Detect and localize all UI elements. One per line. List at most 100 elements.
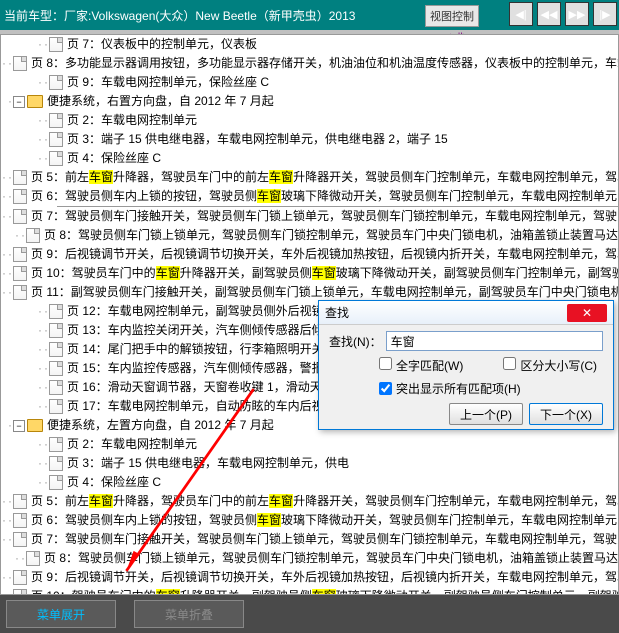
page-icon: [49, 456, 63, 471]
page-label: 页 4：保险丝座 C: [67, 149, 161, 168]
page-icon: [49, 113, 63, 128]
match-case-checkbox[interactable]: [503, 357, 516, 370]
dialog-title: 查找: [325, 304, 563, 321]
page-icon: [13, 189, 27, 204]
find-prev-button[interactable]: 上一个(P): [449, 403, 523, 425]
page-icon: [49, 151, 63, 166]
page-node[interactable]: ··页 7：仪表板中的控制单元，仪表板: [1, 35, 618, 54]
find-label: 查找(N)：: [329, 333, 382, 350]
page-node[interactable]: ··页 7：驾驶员侧车门接触开关，驾驶员侧车门锁上锁单元，驾驶员侧车门锁控制单元…: [1, 207, 618, 226]
page-node[interactable]: ··页 4：保险丝座 C: [1, 149, 618, 168]
page-node[interactable]: ··页 8：多功能显示器调用按钮，多功能显示器存储开关，机油油位和机油温度传感器…: [1, 54, 618, 73]
folder-icon: [27, 419, 43, 432]
page-label: 页 4：保险丝座 C: [67, 473, 161, 492]
page-label: 页 15：车内监控传感器，汽车侧倾传感器，警报喇叭，: [67, 359, 360, 378]
page-icon: [13, 266, 27, 281]
folder-label: 便捷系统，右置方向盘，自 2012 年 7 月起: [47, 92, 274, 111]
page-node[interactable]: ··页 10：驾驶员车门中的车窗升降器开关，副驾驶员侧车窗玻璃下降微动开关，副驾…: [1, 264, 618, 283]
page-icon: [13, 285, 27, 300]
page-node[interactable]: ··页 5：前左车窗升降器，驾驶员车门中的前左车窗升降器开关，驾驶员侧车门控制单…: [1, 492, 618, 511]
prev-icon[interactable]: ◀|: [509, 2, 533, 26]
page-label: 页 5：前左车窗升降器，驾驶员车门中的前左车窗升降器开关，驾驶员侧车门控制单元，…: [31, 492, 619, 511]
page-icon: [49, 380, 63, 395]
folder-node[interactable]: ·−便捷系统，右置方向盘，自 2012 年 7 月起: [1, 92, 618, 111]
highlight: 车窗: [89, 170, 113, 184]
highlight: 车窗: [257, 513, 281, 527]
page-label: 页 7：驾驶员侧车门接触开关，驾驶员侧车门锁上锁单元，驾驶员侧车门锁控制单元，车…: [31, 207, 619, 226]
page-node[interactable]: ··页 3：端子 15 供电继电器，车载电网控制单元，供电: [1, 454, 618, 473]
highlight: 车窗: [269, 170, 293, 184]
dialog-titlebar[interactable]: 查找 ✕: [319, 301, 613, 325]
page-node[interactable]: ··页 6：驾驶员侧车内上锁的按钮，驾驶员侧车窗玻璃下降微动开关，驾驶员侧车门控…: [1, 511, 618, 530]
page-label: 页 10：驾驶员车门中的车窗升降器开关，副驾驶员侧车窗玻璃下降微动开关，副驾驶员…: [31, 587, 619, 595]
page-node[interactable]: ··页 5：前左车窗升降器，驾驶员车门中的前左车窗升降器开关，驾驶员侧车门控制单…: [1, 168, 618, 187]
page-label: 页 9：后视镜调节开关，后视镜调节切换开关，车外后视镜加热按钮，后视镜内折开关，…: [31, 568, 619, 587]
page-label: 页 6：驾驶员侧车内上锁的按钮，驾驶员侧车窗玻璃下降微动开关，驾驶员侧车门控制单…: [31, 511, 619, 530]
page-icon: [13, 247, 27, 262]
page-icon: [49, 361, 63, 376]
page-label: 页 12：车载电网控制单元，副驾驶员侧外后视镜警告: [67, 302, 348, 321]
page-icon: [13, 494, 27, 509]
page-label: 页 8：驾驶员侧车门锁上锁单元，驾驶员侧车门锁控制单元，驾驶员车门中央门锁电机，…: [44, 226, 618, 245]
page-label: 页 7：驾驶员侧车门接触开关，驾驶员侧车门锁上锁单元，驾驶员侧车门锁控制单元，车…: [31, 530, 619, 549]
page-label: 页 9：车载电网控制单元，保险丝座 C: [67, 73, 269, 92]
page-icon: [49, 75, 63, 90]
folder-icon: [27, 95, 43, 108]
page-node[interactable]: ··页 2：车载电网控制单元: [1, 435, 618, 454]
page-label: 页 13：车内监控关闭开关，汽车侧倾传感器后倾: [67, 321, 324, 340]
title-bar: 当前车型：厂家:Volkswagen(大众）New Beetle（新甲壳虫）20…: [0, 0, 619, 30]
rewind-icon[interactable]: ◀◀: [537, 2, 561, 26]
collapse-menu-button[interactable]: 菜单折叠: [134, 600, 244, 628]
find-dialog: 查找 ✕ 查找(N)： 全字匹配(W) 区分大小写(C) 突出显示所有匹配项(H…: [318, 300, 614, 430]
page-node[interactable]: ··页 9：后视镜调节开关，后视镜调节切换开关，车外后视镜加热按钮，后视镜内折开…: [1, 568, 618, 587]
page-label: 页 8：多功能显示器调用按钮，多功能显示器存储开关，机油油位和机油温度传感器，仪…: [31, 54, 619, 73]
page-icon: [13, 56, 27, 71]
page-label: 页 16：滑动天窗调节器，天窗卷收键 1，滑动天窗的: [67, 378, 346, 397]
bottom-toolbar: 菜单展开 菜单折叠: [0, 595, 619, 633]
highlight-checkbox[interactable]: [379, 382, 392, 395]
page-label: 页 2：车载电网控制单元: [67, 435, 197, 454]
page-icon: [13, 570, 27, 585]
page-label: 页 2：车载电网控制单元: [67, 111, 197, 130]
page-label: 页 3：端子 15 供电继电器，车载电网控制单元，供电继电器 2，端子 15: [67, 130, 448, 149]
page-node[interactable]: ··页 3：端子 15 供电继电器，车载电网控制单元，供电继电器 2，端子 15: [1, 130, 618, 149]
page-icon: [49, 323, 63, 338]
expand-menu-button[interactable]: 菜单展开: [6, 600, 116, 628]
page-node[interactable]: ··页 10：驾驶员车门中的车窗升降器开关，副驾驶员侧车窗玻璃下降微动开关，副驾…: [1, 587, 618, 595]
view-control-panel[interactable]: 视图控制: [425, 5, 479, 27]
page-node[interactable]: ··页 8：驾驶员侧车门锁上锁单元，驾驶员侧车门锁控制单元，驾驶员车门中央门锁电…: [1, 549, 618, 568]
highlight: 车窗: [257, 189, 281, 203]
match-case-label: 区分大小写(C): [520, 359, 597, 373]
forward-icon[interactable]: ▶▶: [565, 2, 589, 26]
page-icon: [49, 132, 63, 147]
page-label: 页 9：后视镜调节开关，后视镜调节切换开关，车外后视镜加热按钮，后视镜内折开关，…: [31, 245, 619, 264]
page-icon: [49, 399, 63, 414]
collapse-icon[interactable]: −: [13, 96, 25, 108]
page-icon: [13, 170, 27, 185]
page-node[interactable]: ··页 2：车载电网控制单元: [1, 111, 618, 130]
page-icon: [13, 532, 27, 547]
page-label: 页 17：车载电网控制单元，自动防眩的车内后视镜: [67, 397, 336, 416]
next-icon[interactable]: |▶: [593, 2, 617, 26]
page-node[interactable]: ··页 6：驾驶员侧车内上锁的按钮，驾驶员侧车窗玻璃下降微动开关，驾驶员侧车门控…: [1, 187, 618, 206]
view-buttons: ◀| ◀◀ ▶▶ |▶: [509, 2, 617, 26]
page-node[interactable]: ··页 9：后视镜调节开关，后视镜调节切换开关，车外后视镜加热按钮，后视镜内折开…: [1, 245, 618, 264]
page-node[interactable]: ··页 7：驾驶员侧车门接触开关，驾驶员侧车门锁上锁单元，驾驶员侧车门锁控制单元…: [1, 530, 618, 549]
page-node[interactable]: ··页 4：保险丝座 C: [1, 473, 618, 492]
page-icon: [49, 475, 63, 490]
collapse-icon[interactable]: −: [13, 420, 25, 432]
page-label: 页 10：驾驶员车门中的车窗升降器开关，副驾驶员侧车窗玻璃下降微动开关，副驾驶员…: [31, 264, 619, 283]
find-next-button[interactable]: 下一个(X): [529, 403, 603, 425]
page-icon: [49, 37, 63, 52]
highlight: 车窗: [156, 266, 180, 280]
page-icon: [13, 513, 27, 528]
highlight: 车窗: [269, 494, 293, 508]
find-input[interactable]: [386, 331, 603, 351]
close-icon[interactable]: ✕: [567, 304, 607, 322]
page-node[interactable]: ··页 8：驾驶员侧车门锁上锁单元，驾驶员侧车门锁控制单元，驾驶员车门中央门锁电…: [1, 226, 618, 245]
page-icon: [49, 304, 63, 319]
page-node[interactable]: ··页 9：车载电网控制单元，保险丝座 C: [1, 73, 618, 92]
page-label: 页 3：端子 15 供电继电器，车载电网控制单元，供电: [67, 454, 349, 473]
whole-word-checkbox[interactable]: [379, 357, 392, 370]
page-label: 页 14：尾门把手中的解锁按钮，行李箱照明开关，后: [67, 340, 348, 359]
